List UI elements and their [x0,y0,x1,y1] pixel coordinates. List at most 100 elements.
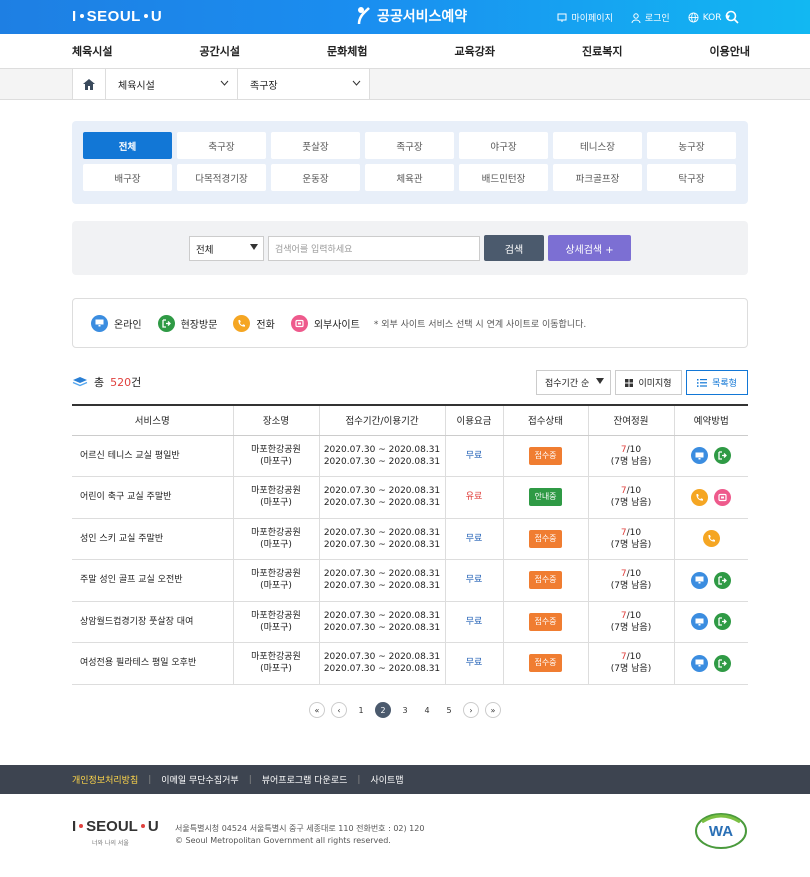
remaining: 7/10 (7명 남음) [588,642,675,685]
divider: | [248,774,252,785]
category-all[interactable]: 전체 [83,132,172,159]
sitemap-link[interactable]: 사이트맵 [370,773,403,786]
service-name[interactable]: 주말 성인 골프 교실 오전반 [72,559,234,602]
monitor-icon[interactable] [691,571,709,589]
category-gym[interactable]: 체육관 [365,164,454,191]
category-multipurpose[interactable]: 다목적경기장 [177,164,266,191]
col-remaining: 잔여정원 [588,404,675,436]
external-site-icon[interactable] [714,488,732,506]
image-view-button[interactable]: 이미지형 [615,370,682,395]
sort-select[interactable]: 접수기간 순 [536,370,611,395]
phone-icon[interactable] [691,488,709,506]
breadcrumb-category-select[interactable]: 체육시설 [106,69,238,99]
page-3[interactable]: 3 [397,702,413,718]
email-refusal-link[interactable]: 이메일 무단수집거부 [161,773,238,786]
table-row[interactable]: 어르신 테니스 교실 평일반 마포한강공원 (마포구) 2020.07.30 ~ … [72,435,748,477]
breadcrumb-subcategory-select[interactable]: 족구장 [238,69,370,99]
nav-culture[interactable]: 문화체험 [327,43,367,59]
search-scope-select[interactable]: 전체 [189,236,264,261]
prev-page-button[interactable]: ‹ [331,702,347,718]
breadcrumb: 체육시설 족구장 [0,69,810,100]
table-row[interactable]: 성인 스키 교실 주말반 마포한강공원 (마포구) 2020.07.30 ~ 20… [72,518,748,560]
nav-education[interactable]: 교육강좌 [455,43,495,59]
category-soccer[interactable]: 축구장 [177,132,266,159]
table-row[interactable]: 주말 성인 골프 교실 오전반 마포한강공원 (마포구) 2020.07.30 ~… [72,559,748,602]
fee: 무료 [445,518,504,560]
reservation-methods [674,518,748,560]
category-jokgu[interactable]: 족구장 [365,132,454,159]
fee: 무료 [445,435,504,477]
nav-guide[interactable]: 이용안내 [710,43,750,59]
service-brand[interactable]: 공공서비스예약 [355,6,467,26]
nav-space[interactable]: 공간시설 [200,43,240,59]
privacy-policy-link[interactable]: 개인정보처리방침 [72,773,138,786]
viewer-download-link[interactable]: 뷰어프로그램 다운로드 [262,773,348,786]
phone-icon[interactable] [702,530,720,548]
home-button[interactable] [72,69,106,99]
list-view-button[interactable]: 목록형 [686,370,748,395]
period: 2020.07.30 ~ 2020.08.31 2020.07.30 ~ 2020… [319,559,446,602]
service-name[interactable]: 성인 스키 교실 주말반 [72,518,234,560]
login-link[interactable]: 로그인 [631,11,670,24]
nav-sports[interactable]: 체육시설 [72,43,112,59]
table-row[interactable]: 어린이 축구 교실 주말반 마포한강공원 (마포구) 2020.07.30 ~ 2… [72,476,748,519]
remaining: 7/10 (7명 남음) [588,559,675,602]
page-4[interactable]: 4 [419,702,435,718]
search-button[interactable]: 검색 [484,235,544,261]
category-badminton[interactable]: 배드민턴장 [459,164,548,191]
category-futsal[interactable]: 풋살장 [271,132,360,159]
service-name[interactable]: 여성전용 필라테스 평일 오후반 [72,642,234,685]
service-name[interactable]: 상암월드컵경기장 풋살장 대여 [72,601,234,643]
monitor-icon[interactable] [691,654,709,672]
detail-search-button[interactable]: 상세검색 + [548,235,631,261]
globe-icon [688,12,699,23]
table-row[interactable]: 여성전용 필라테스 평일 오후반 마포한강공원 (마포구) 2020.07.30 … [72,642,748,685]
category-field[interactable]: 운동장 [271,164,360,191]
web-accessibility-mark-icon: WA [695,813,747,849]
reservation-methods [674,559,748,602]
period: 2020.07.30 ~ 2020.08.31 2020.07.30 ~ 2020… [319,476,446,519]
top-header: I SEOUL U 공공서비스예약 마이페이지 로그인 KOR ▾ [0,0,810,34]
enter-icon[interactable] [714,571,732,589]
category-baseball[interactable]: 야구장 [459,132,548,159]
next-page-button[interactable]: › [463,702,479,718]
chevron-down-icon [220,80,229,86]
reservation-methods [674,601,748,643]
status-badge: 안내중 [529,488,562,507]
search-input[interactable]: 검색어를 입력하세요 [268,236,480,261]
service-name[interactable]: 어린이 축구 교실 주말반 [72,476,234,519]
search-icon[interactable] [725,10,739,24]
monitor-icon[interactable] [691,613,709,631]
mypage-link[interactable]: 마이페이지 [557,11,613,24]
language-select[interactable]: KOR ▾ [688,12,730,23]
first-page-button[interactable]: « [309,702,325,718]
category-tennis[interactable]: 테니스장 [553,132,642,159]
service-name[interactable]: 어르신 테니스 교실 평일반 [72,435,234,477]
reservation-methods [674,642,748,685]
category-tabletennis[interactable]: 탁구장 [647,164,736,191]
col-method: 예약방법 [674,404,748,436]
footer-logo: I SEOUL U [72,818,159,835]
user-icon [631,12,641,23]
category-parkgolf[interactable]: 파크골프장 [553,164,642,191]
seoul-logo[interactable]: I SEOUL U [72,8,162,25]
legend-note: * 외부 사이트 서비스 선택 시 연계 사이트로 이동합니다. [373,319,587,330]
category-volleyball[interactable]: 배구장 [83,164,172,191]
table-row[interactable]: 상암월드컵경기장 풋살장 대여 마포한강공원 (마포구) 2020.07.30 ~… [72,601,748,643]
enter-icon[interactable] [714,447,732,465]
category-basketball[interactable]: 농구장 [647,132,736,159]
page-5[interactable]: 5 [441,702,457,718]
footer-logo-slogan: 너와 나의 서울 [92,840,129,847]
table-body: 어르신 테니스 교실 평일반 마포한강공원 (마포구) 2020.07.30 ~ … [72,435,748,685]
last-page-button[interactable]: » [485,702,501,718]
pagination: « ‹ 1 2 3 4 5 › » [0,702,810,718]
status-cell: 접수중 [503,642,589,685]
enter-icon[interactable] [714,613,732,631]
monitor-icon[interactable] [691,447,709,465]
page-1[interactable]: 1 [353,702,369,718]
enter-icon[interactable] [714,654,732,672]
page-2[interactable]: 2 [375,702,391,718]
caret-down-icon [596,378,604,384]
brand-icon [357,7,370,25]
nav-medical[interactable]: 진료복지 [582,43,622,59]
